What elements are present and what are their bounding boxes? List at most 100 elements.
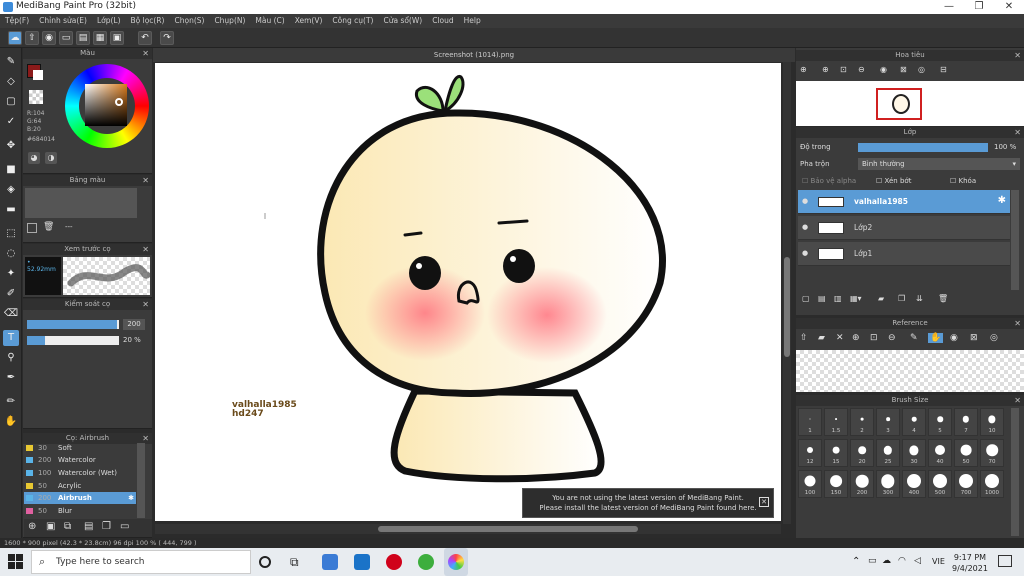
menu-snap[interactable]: Chụp(N) (209, 14, 250, 28)
move-tool-icon[interactable]: ✥ (3, 138, 19, 154)
layer-row[interactable]: ● Lớp2 (798, 216, 1010, 240)
nav-lock-icon[interactable]: ⊟ (940, 65, 947, 74)
brush-size-option[interactable]: 20 (850, 439, 874, 467)
opera-icon[interactable] (386, 554, 402, 570)
duplicate-icon[interactable]: ❐ (102, 521, 111, 532)
eyedropper-tool-icon[interactable]: ✒ (3, 370, 19, 386)
zoom-out-icon[interactable]: ⊕ (822, 65, 829, 74)
brush-size-option[interactable]: 50 (954, 439, 978, 467)
language-indicator[interactable]: VIE (932, 557, 945, 566)
select-rect-tool-icon[interactable]: ▢ (3, 94, 19, 110)
zoom-in-icon[interactable]: ⊕ (852, 333, 860, 343)
vertical-scrollbar[interactable] (783, 62, 791, 524)
brush-size-option[interactable]: 300 (876, 470, 900, 498)
maximize-button[interactable]: ❐ (964, 0, 994, 14)
transparent-swatch[interactable] (29, 90, 43, 104)
select-pen-icon[interactable]: ✐ (3, 286, 19, 302)
zoom-in-icon[interactable]: ⊕ (800, 65, 807, 74)
cloud-tray-icon[interactable]: ☁ (882, 556, 891, 566)
flip-icon[interactable]: ⊠ (970, 333, 978, 343)
brush-settings-icon[interactable]: ✱ (128, 492, 134, 504)
lock-checkbox[interactable]: ☐ Khóa (950, 177, 976, 185)
browser-icon[interactable] (418, 554, 434, 570)
close-button[interactable]: ✕ (994, 0, 1024, 14)
copy-brush-icon[interactable]: ⧉ (64, 521, 71, 532)
opacity-slider[interactable] (27, 336, 119, 345)
menu-color[interactable]: Màu (C) (250, 14, 289, 28)
network-icon[interactable]: ▭ (868, 556, 877, 566)
menu-filter[interactable]: Bộ lọc(R) (126, 14, 170, 28)
menu-cloud[interactable]: Cloud (427, 14, 458, 28)
size-slider[interactable] (27, 320, 119, 329)
duplicate-layer-icon[interactable]: ❐ (898, 294, 905, 303)
merge-layer-icon[interactable]: ⇊ (916, 294, 923, 303)
menu-select[interactable]: Chọn(S) (169, 14, 209, 28)
brush-size-option[interactable]: 100 (798, 470, 822, 498)
wifi-icon[interactable]: ◠ (898, 556, 906, 566)
visibility-eye-icon[interactable]: ● (802, 249, 808, 257)
brush-size-option[interactable]: 1 (798, 408, 822, 436)
new-8bit-layer-icon[interactable]: ▥ (834, 294, 842, 303)
clipping-checkbox[interactable]: ☐ Xén bớt (876, 177, 911, 185)
brush-item[interactable]: 50 Acrylic (24, 480, 136, 492)
layer-opacity-value[interactable]: 100 % (994, 143, 1016, 151)
delete-layer-icon[interactable]: 🗑 (938, 294, 948, 303)
brush-size-option[interactable]: 40 (928, 439, 952, 467)
brush-size-option[interactable]: 30 (902, 439, 926, 467)
store-icon[interactable] (322, 554, 338, 570)
brush-size-option[interactable]: 7 (954, 408, 978, 436)
menu-view[interactable]: Xem(V) (290, 14, 328, 28)
add-layer-menu-icon[interactable]: ▦▾ (850, 294, 862, 303)
brush-size-option[interactable]: 1.5 (824, 408, 848, 436)
zoom-out-icon[interactable]: ⊖ (888, 333, 896, 343)
horizontal-scrollbar[interactable] (155, 524, 781, 534)
upload-icon[interactable]: ⇧ (800, 333, 808, 343)
dotted-select-icon[interactable]: ⬚ (3, 226, 19, 242)
new-halftone-layer-icon[interactable]: ▤ (818, 294, 826, 303)
minimize-button[interactable]: — (934, 0, 964, 14)
grid-icon[interactable]: ▦ (93, 31, 107, 45)
visibility-eye-icon[interactable]: ● (802, 223, 808, 231)
color-picker-icon[interactable]: ◑ (45, 152, 57, 164)
select-eraser-icon[interactable]: ⌫ (3, 306, 19, 322)
hand-tool-icon[interactable]: ✋ (3, 414, 19, 430)
windows-start-icon[interactable] (8, 554, 24, 570)
page-icon[interactable]: ▤ (76, 31, 90, 45)
menu-file[interactable]: Tệp(F) (0, 14, 34, 28)
protect-alpha-checkbox[interactable]: ☐ Bảo vệ alpha (802, 177, 856, 185)
brush-size-option[interactable]: 5 (928, 408, 952, 436)
brush-size-option[interactable]: 70 (980, 439, 1004, 467)
color-mode-icon[interactable]: ◕ (28, 152, 40, 164)
document-tab[interactable]: Screenshot (1014).png (153, 48, 795, 62)
layer-row[interactable]: ● Lớp1 (798, 242, 1010, 266)
speech-bubble-icon[interactable]: ◉ (42, 31, 56, 45)
blend-mode-select[interactable]: Bình thường ▾ (858, 158, 1020, 170)
update-notification[interactable]: You are not using the latest version of … (522, 488, 774, 518)
brush-size-option[interactable]: 150 (824, 470, 848, 498)
medibang-taskbar-icon[interactable] (444, 548, 468, 576)
close-icon[interactable]: ✕ (836, 333, 844, 343)
menu-help[interactable]: Help (459, 14, 486, 28)
gradient-tool-icon[interactable]: ▬ (3, 202, 19, 218)
wand-tool-icon[interactable]: ✓ (3, 114, 19, 130)
navigator-thumbnail[interactable] (796, 81, 1024, 126)
size-value[interactable]: 200 (123, 319, 145, 330)
brush-size-option[interactable]: 3 (876, 408, 900, 436)
add-brush-icon[interactable]: ⊕ (28, 521, 36, 532)
brush-item-selected[interactable]: 200 Airbrush ✱ (24, 492, 136, 504)
open-folder-icon[interactable]: ▰ (818, 333, 825, 343)
frame-icon[interactable]: ▣ (110, 31, 124, 45)
reference-canvas[interactable] (796, 350, 1024, 392)
brush-size-option[interactable]: 2 (850, 408, 874, 436)
brush-size-scrollbar[interactable] (1011, 408, 1019, 536)
brush-size-option[interactable]: 10 (980, 408, 1004, 436)
task-view-icon[interactable]: ⧉ (290, 554, 306, 570)
undo-icon[interactable]: ↶ (138, 31, 152, 45)
flip-icon[interactable]: ⊠ (900, 65, 907, 74)
fit-icon[interactable]: ⊡ (840, 65, 847, 74)
mail-icon[interactable] (354, 554, 370, 570)
fit-icon[interactable]: ⊡ (870, 333, 878, 343)
delete-palette-icon[interactable]: 🗑 (43, 222, 54, 232)
brush-size-option[interactable]: 4 (902, 408, 926, 436)
brush-size-option[interactable]: 200 (850, 470, 874, 498)
